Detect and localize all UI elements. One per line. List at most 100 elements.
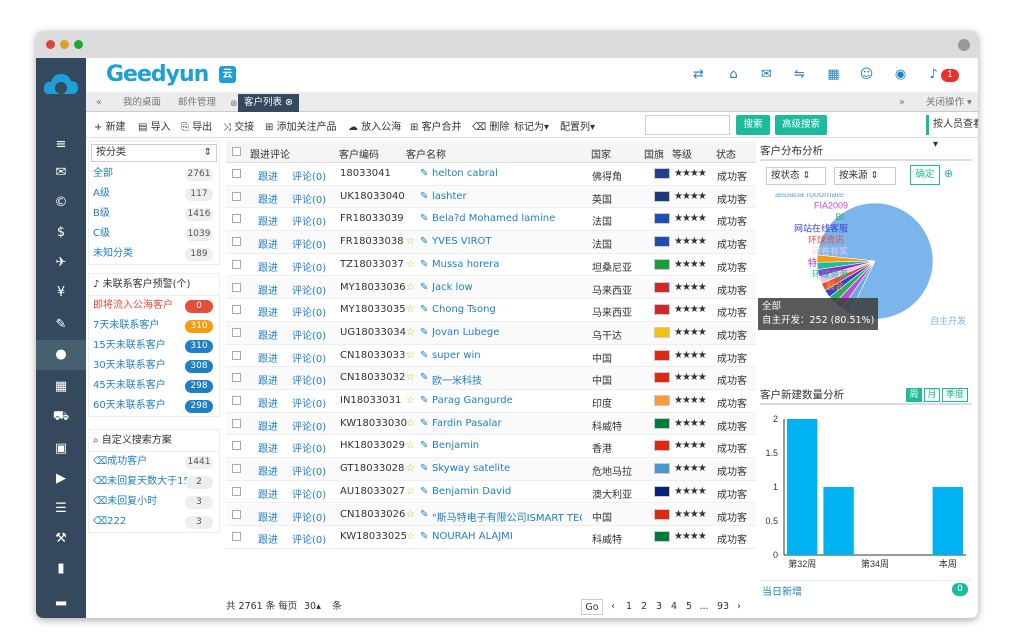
table-row[interactable]: 跟进 评论(0) AU18033027 ☆ ✎ Benjamin David 澳…: [226, 481, 756, 504]
follow-link[interactable]: 跟进: [258, 259, 278, 274]
pager-page[interactable]: 4: [667, 599, 681, 615]
edit-icon[interactable]: ✎: [420, 372, 428, 383]
search-button[interactable]: 搜索: [736, 115, 770, 135]
table-row[interactable]: 跟进 评论(0) CN18033033 ☆ ✎ super win 中国 ★★★…: [226, 345, 756, 368]
trash-icon[interactable]: ⌫: [93, 516, 107, 527]
comment-link[interactable]: 评论(0): [292, 418, 326, 433]
comment-link[interactable]: 评论(0): [292, 327, 326, 342]
comment-link[interactable]: 评论(0): [292, 236, 326, 251]
follow-link[interactable]: 跟进: [258, 531, 278, 546]
table-row[interactable]: 跟进 评论(0) KW18033030 ☆ ✎ Fardin Pasalar 科…: [226, 412, 756, 436]
add-follow-product-button[interactable]: ⊞ 添加关注产品: [265, 118, 337, 133]
exchange-icon[interactable]: ⇋: [792, 67, 807, 82]
edit-icon[interactable]: ✎: [420, 440, 428, 451]
table-row[interactable]: 跟进 评论(0) MY18033035 ☆ ✎ Chong Tsong 马来西亚…: [226, 299, 756, 322]
customer-name[interactable]: Parag Gangurde: [432, 395, 582, 406]
comment-link[interactable]: 评论(0): [292, 463, 326, 478]
transfer-button[interactable]: ⤨ 交接: [223, 118, 254, 133]
customer-name[interactable]: Mussa horera: [432, 259, 582, 270]
custom-search-item[interactable]: ⌫成功客户 1441: [89, 452, 219, 472]
star-icon[interactable]: ☆: [406, 327, 415, 338]
table-row[interactable]: 跟进 评论(0) UK18033040 ✎ lashter 英国 ★★★★ 成功…: [226, 185, 756, 209]
plane-icon[interactable]: ✈: [36, 248, 86, 278]
comment-link[interactable]: 评论(0): [292, 509, 326, 524]
seg-week[interactable]: 周: [906, 388, 922, 402]
envelope-icon[interactable]: ✉: [759, 67, 774, 82]
edit-icon[interactable]: ✎: [420, 327, 428, 338]
menu-toggle-icon[interactable]: ≡: [36, 130, 86, 160]
star-icon[interactable]: ☆: [406, 395, 415, 406]
comment-link[interactable]: 评论(0): [292, 486, 326, 501]
pager-go-button[interactable]: Go: [581, 599, 603, 615]
table-row[interactable]: 跟进 评论(0) FR18033038 ☆ ✎ YVES VIROT 法国 ★★…: [226, 231, 756, 254]
customer-name[interactable]: Benjamin: [432, 440, 582, 451]
advanced-search-button[interactable]: 高级搜索: [775, 115, 827, 135]
pager-page[interactable]: 93: [716, 599, 730, 615]
warning-item[interactable]: 45天未联系客户 298: [89, 376, 219, 396]
customer-name[interactable]: Jack low: [432, 282, 582, 293]
edit-icon[interactable]: ✎: [420, 282, 428, 293]
star-icon[interactable]: ☆: [406, 418, 415, 429]
table-row[interactable]: 跟进 评论(0) FR18033039 ✎ Bela?d Mohamed lam…: [226, 208, 756, 232]
by-source-select[interactable]: 按来源 ⇕: [834, 167, 896, 185]
bar[interactable]: [787, 419, 818, 555]
category-item[interactable]: A级 117: [89, 184, 219, 204]
row-checkbox[interactable]: [232, 282, 241, 292]
table-row[interactable]: 跟进 评论(0) UG18033034 ☆ ✎ Jovan Lubege 乌干达…: [226, 321, 756, 345]
header-name[interactable]: 客户名称: [406, 146, 446, 161]
star-icon[interactable]: ☆: [406, 372, 415, 383]
follow-link[interactable]: 跟进: [258, 327, 278, 342]
edit-icon[interactable]: ✎: [36, 310, 86, 340]
edit-icon[interactable]: ✎: [420, 418, 428, 429]
comment-link[interactable]: 评论(0): [292, 282, 326, 297]
customer-name[interactable]: Fardin Pasalar: [432, 418, 582, 429]
row-checkbox[interactable]: [232, 441, 241, 451]
edit-icon[interactable]: ✎: [420, 463, 428, 474]
follow-link[interactable]: 跟进: [258, 440, 278, 455]
play-icon[interactable]: ▶: [36, 464, 86, 494]
row-checkbox[interactable]: [232, 418, 241, 428]
edit-icon[interactable]: ✎: [420, 350, 428, 361]
customer-name[interactable]: super win: [432, 350, 582, 361]
edit-icon[interactable]: ✎: [420, 213, 428, 224]
customer-name[interactable]: Chong Tsong: [432, 304, 582, 315]
customer-name[interactable]: NOURAH ALAJMI: [432, 531, 582, 542]
customer-name[interactable]: lashter: [432, 191, 582, 202]
home-icon[interactable]: ⌂: [726, 67, 741, 82]
table-row[interactable]: 跟进 评论(0) TZ18033037 ☆ ✎ Mussa horera 坦桑尼…: [226, 254, 756, 277]
row-checkbox[interactable]: [232, 486, 241, 496]
seg-month[interactable]: 月: [924, 388, 940, 402]
row-checkbox[interactable]: [232, 237, 241, 247]
star-icon[interactable]: ☆: [406, 350, 415, 361]
bar-chart-icon[interactable]: ▂: [36, 584, 86, 614]
customer-name[interactable]: Jovan Lubege: [432, 327, 582, 338]
star-icon[interactable]: ☆: [406, 531, 415, 542]
comment-link[interactable]: 评论(0): [292, 350, 326, 365]
comment-link[interactable]: 评论(0): [292, 395, 326, 410]
follow-link[interactable]: 跟进: [258, 213, 278, 228]
header-status[interactable]: 状态: [716, 146, 736, 161]
comment-link[interactable]: 评论(0): [292, 531, 326, 546]
table-row[interactable]: 跟进 评论(0) 18033041 ✎ helton cabral 佛得角 ★★…: [226, 163, 756, 186]
per-page-select[interactable]: 30▴: [304, 599, 321, 615]
customer-name[interactable]: YVES VIROT: [432, 236, 582, 247]
trash-icon[interactable]: ⌫: [93, 476, 107, 487]
mark-as-dropdown[interactable]: 标记为▾: [514, 118, 549, 133]
table-row[interactable]: 跟进 评论(0) MY18033036 ☆ ✎ Jack low 马来西亚 ★★…: [226, 276, 756, 300]
follow-link[interactable]: 跟进: [258, 350, 278, 365]
row-checkbox[interactable]: [232, 305, 241, 315]
hammer-icon[interactable]: ⚒: [36, 524, 86, 554]
star-icon[interactable]: ☆: [406, 236, 415, 247]
pager-next[interactable]: ›: [732, 599, 746, 615]
trash-icon[interactable]: ⌫: [93, 496, 107, 507]
follow-link[interactable]: 跟进: [258, 486, 278, 501]
row-checkbox[interactable]: [232, 350, 241, 360]
follow-link[interactable]: 跟进: [258, 418, 278, 433]
close-dot[interactable]: [46, 40, 55, 49]
warning-item[interactable]: 即将流入公海客户 0: [89, 296, 219, 316]
pager-page[interactable]: 1: [622, 599, 636, 615]
row-checkbox[interactable]: [232, 396, 241, 405]
view-by-person-select[interactable]: 按人员查看：我的 ▾: [926, 115, 978, 150]
warning-item[interactable]: 60天未联系客户 298: [89, 396, 219, 416]
star-icon[interactable]: ☆: [406, 463, 415, 474]
